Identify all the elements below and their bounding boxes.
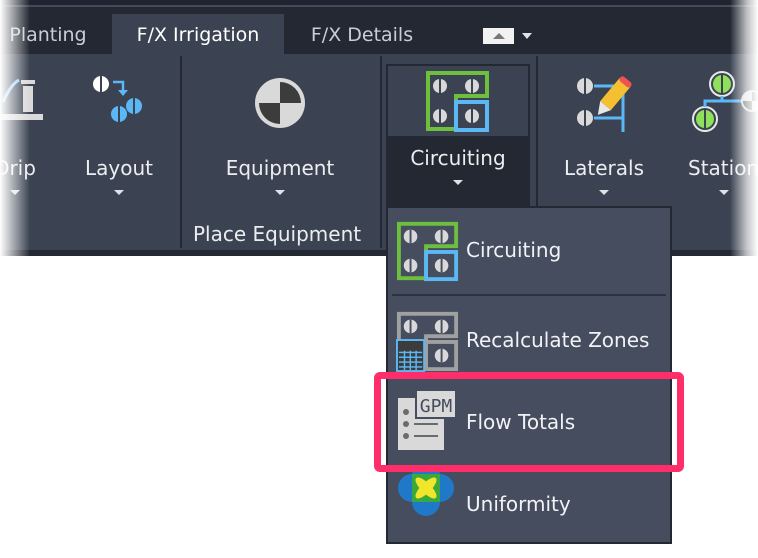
laterals-icon: [572, 74, 636, 139]
menu-item-label: Circuiting: [466, 238, 562, 262]
menu-item-label: Flow Totals: [466, 410, 576, 434]
panel-separator: [380, 56, 382, 248]
tab-fx-details[interactable]: F/X Details: [292, 14, 432, 54]
svg-text:GPM: GPM: [420, 396, 453, 417]
stations-chevron-down-icon: [719, 190, 729, 195]
minimize-ribbon-button[interactable]: [483, 28, 514, 44]
uniformity-icon: [396, 460, 460, 532]
menu-item-label: Uniformity: [466, 492, 571, 516]
equipment-label: Equipment: [225, 156, 335, 180]
menu-item-uniformity[interactable]: Uniformity: [388, 460, 670, 544]
gpm-flow-totals-icon: GPM: [396, 389, 460, 454]
ribbon-options-chevron-down-icon[interactable]: [522, 33, 532, 39]
equipment-button[interactable]: Equipment: [210, 66, 350, 206]
laterals-chevron-down-icon: [599, 190, 609, 195]
dropdown-inner: Circuiting Recalculate Zones GPM Flow To…: [388, 208, 670, 542]
recalculate-zones-icon: [396, 310, 460, 376]
group-label-place-equipment: Place Equipment: [193, 222, 362, 246]
circuiting-label: Circuiting: [410, 146, 506, 170]
menu-item-recalculate-zones[interactable]: Recalculate Zones: [388, 300, 670, 380]
menu-item-circuiting[interactable]: Circuiting: [388, 210, 670, 290]
tab-fx-irrigation[interactable]: F/X Irrigation: [112, 14, 284, 54]
circuiting-tool: Circuiting: [386, 64, 530, 208]
circuiting-icon: [425, 70, 491, 137]
layout-label: Layout: [85, 156, 153, 180]
circuiting-icon: [396, 220, 460, 286]
ribbon-tab-bar: Planting F/X Irrigation F/X Details: [0, 7, 758, 54]
menu-divider: [392, 294, 666, 296]
circuiting-dropdown-menu: Circuiting Recalculate Zones GPM Flow To…: [386, 206, 672, 544]
menu-item-label: Recalculate Zones: [466, 328, 650, 352]
edge-fade-right: [730, 0, 758, 256]
laterals-button[interactable]: Laterals: [556, 66, 652, 206]
laterals-label: Laterals: [564, 156, 644, 180]
menu-item-flow-totals[interactable]: GPM Flow Totals: [388, 382, 670, 462]
circuiting-button[interactable]: Circuiting: [386, 64, 530, 208]
circuiting-chevron-down-icon: [453, 180, 463, 185]
panel-separator: [180, 56, 182, 248]
layout-icon: [91, 74, 147, 131]
equipment-icon: [253, 76, 307, 135]
equipment-chevron-down-icon: [275, 190, 285, 195]
layout-button[interactable]: Layout: [74, 66, 164, 206]
edge-fade-left: [0, 0, 30, 256]
layout-chevron-down-icon: [114, 190, 124, 195]
